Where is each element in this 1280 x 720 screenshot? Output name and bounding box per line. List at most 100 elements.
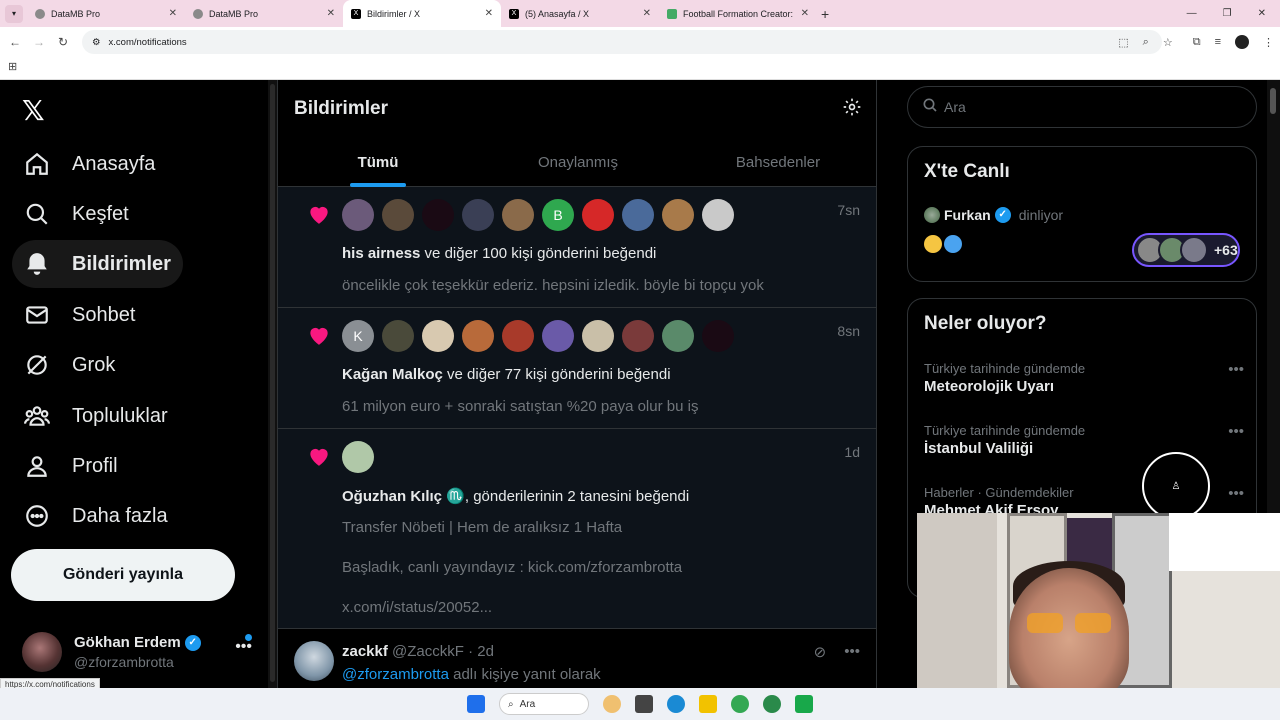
post-button[interactable]: Gönderi yayınla bbox=[11, 549, 235, 601]
nav-chat[interactable]: Sohbet bbox=[12, 291, 147, 339]
bookmark-star-icon[interactable]: ☆ bbox=[1163, 36, 1173, 49]
more-icon[interactable]: ••• bbox=[1228, 485, 1244, 502]
start-icon[interactable] bbox=[467, 695, 485, 713]
url-field[interactable]: ⚙ x.com/notifications bbox=[82, 30, 1162, 54]
avatar[interactable] bbox=[622, 320, 654, 352]
window-close-icon[interactable]: ✕ bbox=[1258, 8, 1266, 19]
avatar[interactable] bbox=[582, 199, 614, 231]
nav-profile[interactable]: Profil bbox=[12, 442, 130, 490]
avatar[interactable] bbox=[422, 199, 454, 231]
more-icon[interactable]: ••• bbox=[1228, 361, 1244, 378]
avatar[interactable] bbox=[422, 320, 454, 352]
tab-all[interactable]: Tümü bbox=[278, 140, 478, 187]
avatar[interactable] bbox=[342, 441, 374, 473]
avatar[interactable] bbox=[502, 199, 534, 231]
close-tab-icon[interactable]: ✕ bbox=[643, 8, 651, 19]
browser-tab[interactable]: DataMB Pro ✕ bbox=[185, 0, 343, 27]
browser-profile-icon[interactable] bbox=[1235, 35, 1249, 49]
reply-post[interactable]: zackkf @ZacckkF · 2d @zforzambrotta adlı… bbox=[278, 629, 876, 688]
avatar[interactable] bbox=[702, 320, 734, 352]
tab-verified[interactable]: Onaylanmış bbox=[478, 140, 678, 187]
media-icon[interactable]: ≡ bbox=[1215, 36, 1221, 48]
nav-grok[interactable]: Grok bbox=[12, 341, 127, 389]
nav-home[interactable]: Anasayfa bbox=[12, 140, 167, 188]
restore-icon[interactable]: ❐ bbox=[1223, 8, 1232, 19]
close-tab-icon[interactable]: ✕ bbox=[801, 8, 809, 19]
avatar[interactable] bbox=[662, 320, 694, 352]
avatar[interactable] bbox=[622, 199, 654, 231]
nav-communities[interactable]: Topluluklar bbox=[12, 392, 180, 440]
widget-icon[interactable] bbox=[603, 695, 621, 713]
notification-actor[interactable]: his airness bbox=[342, 245, 420, 262]
left-navigation: 𝕏 Anasayfa Keşfet Bildirimler Sohbet Gro… bbox=[0, 80, 268, 691]
chrome-icon[interactable] bbox=[731, 695, 749, 713]
search-box[interactable] bbox=[907, 86, 1257, 128]
forward-icon[interactable]: → bbox=[27, 35, 51, 49]
live-host[interactable]: Furkan bbox=[944, 207, 991, 223]
notification-item[interactable]: B 7sn his airness ve diğer 100 kişi gönd… bbox=[278, 187, 876, 308]
nav-more[interactable]: Daha fazla bbox=[12, 492, 180, 540]
tab-title: Bildirimler / X bbox=[367, 8, 421, 19]
avatar[interactable] bbox=[662, 199, 694, 231]
avatar[interactable] bbox=[382, 320, 414, 352]
browser-tab[interactable]: DataMB Pro ✕ bbox=[27, 0, 185, 27]
notification-item[interactable]: K 8sn Kağan Malkoç ve diğer 77 kişi gönd… bbox=[278, 308, 876, 429]
edge-icon[interactable] bbox=[667, 695, 685, 713]
avatar[interactable] bbox=[702, 199, 734, 231]
live-card[interactable]: X'te Canlı Furkan ✓ dinliyor +63 bbox=[907, 146, 1257, 282]
avatar[interactable] bbox=[382, 199, 414, 231]
chrome-profile-icon[interactable] bbox=[763, 695, 781, 713]
settings-gear-icon[interactable] bbox=[842, 97, 862, 122]
close-tab-icon[interactable]: ✕ bbox=[169, 8, 177, 19]
nav-notifications[interactable]: Bildirimler bbox=[12, 240, 183, 288]
taskbar-search[interactable]: ⌕ Ara bbox=[499, 693, 589, 715]
close-tab-icon[interactable]: ✕ bbox=[485, 8, 493, 19]
site-info-icon[interactable]: ⚙ bbox=[92, 37, 101, 48]
mention-link[interactable]: @zforzambrotta bbox=[342, 666, 449, 683]
left-scrollbar[interactable] bbox=[268, 80, 277, 688]
taskview-icon[interactable] bbox=[635, 695, 653, 713]
avatar[interactable]: K bbox=[342, 320, 374, 352]
nav-explore[interactable]: Keşfet bbox=[12, 190, 141, 238]
listeners-pill[interactable]: +63 bbox=[1132, 233, 1240, 267]
more-icon[interactable]: ••• bbox=[844, 643, 860, 661]
grok-icon[interactable]: ⊘ bbox=[814, 643, 827, 661]
avatar[interactable] bbox=[462, 320, 494, 352]
close-tab-icon[interactable]: ✕ bbox=[327, 8, 335, 19]
avatar[interactable]: B bbox=[542, 199, 574, 231]
new-tab-icon[interactable]: + bbox=[821, 6, 829, 22]
apps-grid-icon[interactable]: ⊞ bbox=[8, 61, 17, 73]
notification-actor[interactable]: Oğuzhan Kılıç ♏ bbox=[342, 488, 465, 505]
avatar[interactable] bbox=[502, 320, 534, 352]
install-icon[interactable]: ⬚ bbox=[1118, 36, 1128, 49]
avatar[interactable] bbox=[582, 320, 614, 352]
zoom-icon[interactable]: ⌕ bbox=[1143, 36, 1149, 49]
formation-favicon bbox=[667, 8, 677, 19]
trend-item[interactable]: Türkiye tarihinde gündemde İstanbul Vali… bbox=[924, 423, 1244, 457]
tab-search-button[interactable]: ▾ bbox=[5, 4, 23, 23]
live-status: dinliyor bbox=[1018, 207, 1064, 223]
browser-tab-active[interactable]: X Bildirimler / X ✕ bbox=[343, 0, 501, 27]
more-icon[interactable]: ••• bbox=[1228, 423, 1244, 440]
account-switcher[interactable]: Gökhan Erdem ✓ @zforzambrotta ••• bbox=[12, 624, 252, 680]
notification-item[interactable]: 1d Oğuzhan Kılıç ♏, gönderilerinin 2 tan… bbox=[278, 429, 876, 629]
tab-mentions[interactable]: Bahsedenler bbox=[678, 140, 876, 187]
notification-actor[interactable]: Kağan Malkoç bbox=[342, 366, 443, 383]
browser-menu-icon[interactable]: ⋮ bbox=[1263, 36, 1274, 49]
kick-app-icon[interactable] bbox=[795, 695, 813, 713]
browser-tab[interactable]: X (5) Anasayfa / X ✕ bbox=[501, 0, 659, 27]
search-input[interactable] bbox=[944, 99, 1224, 115]
avatar[interactable] bbox=[294, 641, 334, 681]
minimize-icon[interactable]: — bbox=[1187, 8, 1197, 19]
reply-name[interactable]: zackkf bbox=[342, 643, 388, 660]
trend-item[interactable]: Türkiye tarihinde gündemde Meteorolojik … bbox=[924, 361, 1244, 395]
file-explorer-icon[interactable] bbox=[699, 695, 717, 713]
x-logo-icon[interactable]: 𝕏 bbox=[22, 94, 45, 127]
back-icon[interactable]: ← bbox=[3, 35, 27, 49]
reload-icon[interactable]: ↻ bbox=[51, 35, 75, 49]
avatar[interactable] bbox=[542, 320, 574, 352]
avatar[interactable] bbox=[342, 199, 374, 231]
avatar[interactable] bbox=[462, 199, 494, 231]
browser-tab[interactable]: Football Formation Creator: Re ✕ bbox=[659, 0, 817, 27]
extensions-icon[interactable]: ⧉ bbox=[1193, 36, 1201, 49]
